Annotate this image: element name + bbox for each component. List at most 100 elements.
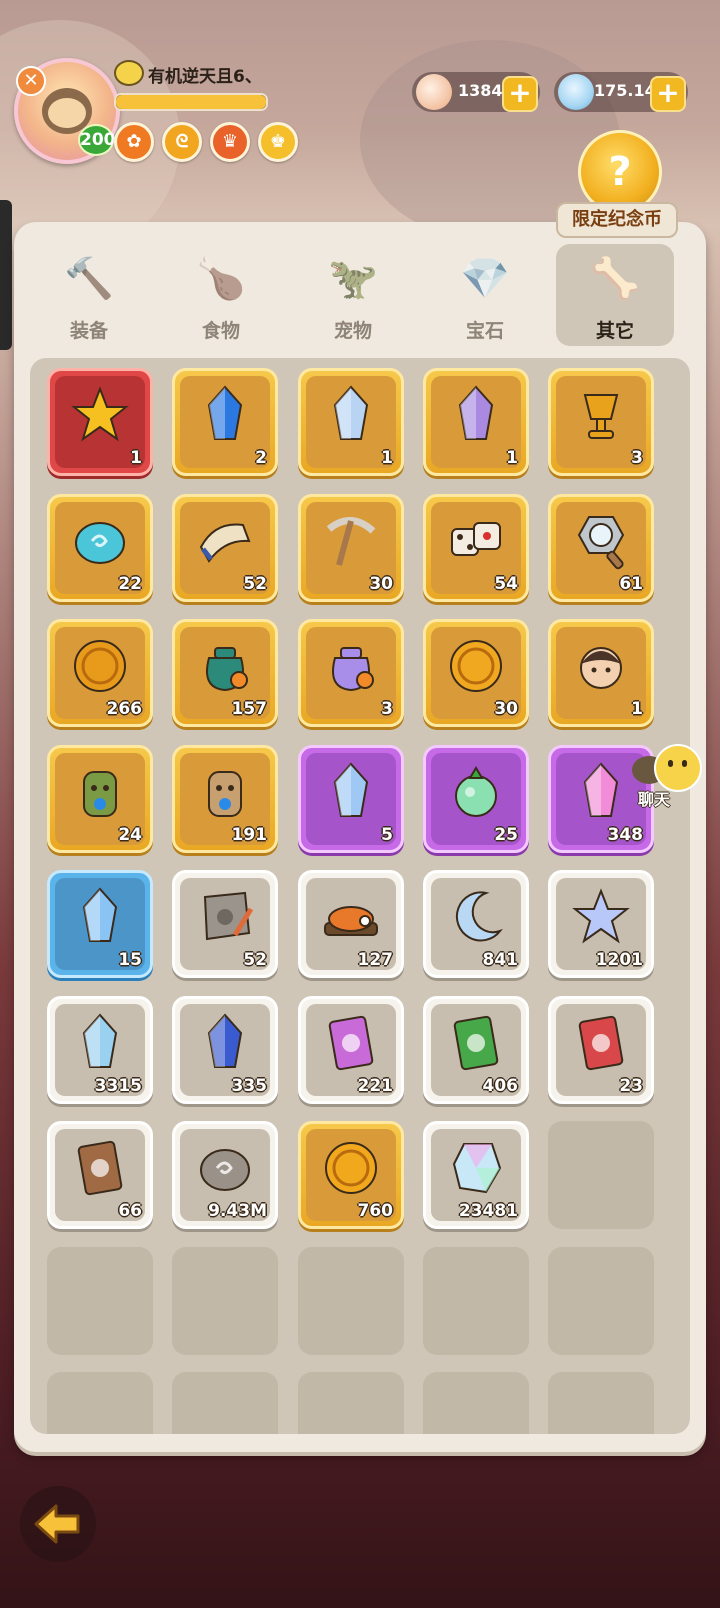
gold-rune-coin-icon — [325, 1142, 377, 1194]
bone-icon: 🦴 — [590, 255, 640, 302]
aqua-rune-stone-icon — [75, 521, 125, 564]
green-stone-statue-icon — [83, 770, 117, 817]
empty-slot — [298, 1372, 404, 1434]
item-quantity: 30 — [494, 699, 518, 719]
item-slot-prism-crystal[interactable]: 3315 — [47, 995, 153, 1104]
gemstone-icon: 💎 — [460, 255, 510, 302]
tab-1[interactable]: 🔨 装备 — [30, 244, 148, 346]
limited-coin-button[interactable]: ? 限定纪念币 — [556, 130, 678, 240]
lion-badge-icon[interactable]: ♛ — [210, 122, 250, 162]
item-slot-crystal-shard[interactable]: 5 — [298, 744, 404, 853]
item-slot-spiral-stone[interactable]: 9.43M — [172, 1121, 278, 1229]
shell-amount: 1384 — [458, 81, 503, 100]
golden-goblet-icon — [583, 394, 619, 439]
stone-statue-orb-icon — [208, 770, 242, 817]
item-slot-pet-bag[interactable]: 3 — [298, 619, 404, 727]
spiral-badge-icon[interactable]: ᘓ — [162, 122, 202, 162]
player-level: 200 — [78, 124, 116, 156]
item-slot-moon-crystal[interactable]: 841 — [423, 870, 529, 978]
item-slot-golden-star-nugget[interactable]: 1 — [47, 368, 153, 476]
gem-pile-icon — [558, 74, 594, 110]
item-slot-rainbow-fruit[interactable]: 25 — [423, 744, 529, 853]
magnifier-icon — [577, 515, 625, 569]
flower-badge-icon[interactable]: ✿ — [114, 122, 154, 162]
star-crystal-icon — [572, 888, 630, 944]
chat-button[interactable]: 聊天 — [632, 742, 718, 812]
tab-label: 宠物 — [333, 320, 372, 342]
item-slot-crystal-pedestal[interactable]: 1 — [298, 368, 404, 476]
empty-slot — [172, 1372, 278, 1434]
tab-label: 装备 — [69, 320, 108, 342]
item-slot-purple-dino-card[interactable]: 221 — [298, 995, 404, 1104]
item-quantity: 22 — [118, 573, 142, 594]
item-slot-blue-fire-rune[interactable]: 335 — [172, 995, 278, 1104]
chat-label: 聊天 — [638, 790, 671, 809]
item-slot-caveman-portrait[interactable]: 1 — [548, 619, 654, 727]
hammer-icon: 🔨 — [64, 255, 114, 302]
item-slot-spiral-coin[interactable]: 30 — [423, 619, 529, 727]
item-slot-green-rune-card[interactable]: 406 — [423, 995, 529, 1104]
bronze-coin-icon — [74, 640, 126, 692]
item-slot-green-stone-statue[interactable]: 24 — [47, 744, 153, 853]
item-quantity: 3315 — [94, 1075, 142, 1096]
item-slot-blue-crystal[interactable]: 2 — [172, 368, 278, 476]
dino-skull-icon: 🦖 — [328, 255, 378, 302]
item-quantity: 127 — [357, 950, 394, 970]
crown-badge-icon[interactable]: ♚ — [258, 122, 298, 162]
item-slot-gold-rune-coin[interactable]: 760 — [298, 1121, 404, 1229]
empty-slot — [423, 1246, 529, 1355]
item-quantity: 25 — [494, 824, 518, 845]
item-slot-red-hammer-card[interactable]: 23 — [548, 995, 654, 1104]
rainbow-prism-icon — [452, 1143, 502, 1194]
item-slot-dice[interactable]: 54 — [423, 493, 529, 602]
item-slot-brown-play-card[interactable]: 66 — [47, 1121, 153, 1229]
shell-icon — [416, 74, 452, 110]
add-shell-button[interactable]: + — [502, 76, 538, 112]
item-slot-star-crystal[interactable]: 1201 — [548, 870, 654, 978]
item-slot-aqua-rune-stone[interactable]: 22 — [47, 493, 153, 602]
item-quantity: 9.43M — [208, 1201, 267, 1221]
item-slot-stone-statue-orb[interactable]: 191 — [172, 744, 278, 853]
golden-star-nugget-icon — [71, 386, 129, 442]
item-quantity: 760 — [357, 1201, 394, 1221]
item-slot-bronze-coin[interactable]: 266 — [47, 619, 153, 727]
brown-play-card-icon — [77, 1140, 123, 1196]
small-crystal-stand-icon — [82, 887, 118, 942]
dice-icon — [451, 521, 501, 556]
back-button[interactable] — [20, 1486, 96, 1562]
tab-label: 宝石 — [465, 320, 504, 342]
tab-2[interactable]: 🍗 食物 — [162, 244, 280, 346]
item-slot-magnifier[interactable]: 61 — [548, 493, 654, 602]
empty-slot — [548, 1121, 654, 1229]
item-quantity: 157 — [231, 699, 268, 719]
rainbow-fruit-icon — [455, 765, 497, 817]
item-quantity: 52 — [243, 950, 267, 970]
spiral-stone-icon — [200, 1149, 250, 1191]
item-quantity: 52 — [243, 573, 267, 594]
tab-4[interactable]: 💎 宝石 — [426, 244, 544, 346]
add-gem-button[interactable]: + — [650, 76, 686, 112]
xp-bar-fill — [116, 95, 266, 109]
item-slot-scroll-horn[interactable]: 52 — [172, 493, 278, 602]
item-slot-stone-tablet-brush[interactable]: 52 — [172, 870, 278, 978]
item-slot-purple-crystal-cluster[interactable]: 1 — [423, 368, 529, 476]
blue-fire-rune-icon — [207, 1012, 243, 1068]
item-quantity: 1201 — [595, 950, 643, 970]
item-slot-rainbow-prism[interactable]: 23481 — [423, 1121, 529, 1229]
tab-3[interactable]: 🦖 宠物 — [294, 244, 412, 346]
item-slot-small-crystal-stand[interactable]: 15 — [47, 870, 153, 978]
item-grid: 1 2 1 1 3 22 52 30 54 61 266 157 3 30 1 24 191 5 25 348 15 52… — [30, 358, 690, 1434]
item-slot-pickaxe[interactable]: 30 — [298, 493, 404, 602]
item-slot-carrot-bag[interactable]: 157 — [172, 619, 278, 727]
tab-5[interactable]: 🦴 其它 — [556, 244, 674, 346]
item-quantity: 5 — [381, 824, 393, 845]
scroll-horn-icon — [199, 522, 251, 563]
item-quantity: 23 — [619, 1075, 643, 1096]
purple-crystal-cluster-icon — [458, 385, 494, 440]
carrot-bag-icon — [206, 647, 248, 692]
item-slot-golden-goblet[interactable]: 3 — [548, 368, 654, 476]
moon-crystal-icon — [455, 891, 503, 942]
crystal-pedestal-icon — [333, 385, 369, 440]
item-quantity: 841 — [482, 950, 519, 970]
item-slot-meat-platter[interactable]: 127 — [298, 870, 404, 978]
